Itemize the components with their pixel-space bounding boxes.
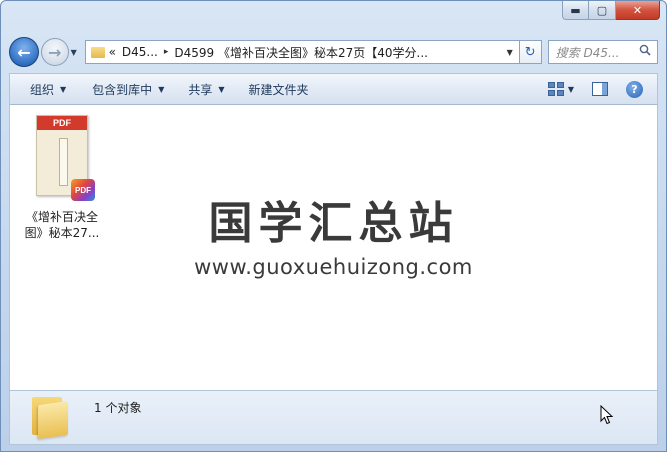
breadcrumb-item-current-folder[interactable]: D4599 《增补百决全图》秘本27页【40学分... [174, 44, 428, 61]
file-item-pdf[interactable]: PDF PDF 《增补百决全图》秘本27... [22, 113, 102, 241]
file-name-label: 《增补百决全图》秘本27... [24, 210, 100, 240]
folder-icon [30, 395, 70, 440]
watermark: 国学汇总站 www.guoxuehuizong.com [10, 187, 657, 279]
watermark-title: 国学汇总站 [208, 198, 459, 249]
help-icon[interactable]: ? [626, 80, 643, 98]
search-placeholder: 搜索 D45... [555, 45, 620, 60]
pdf-reader-icon: PDF [71, 179, 95, 201]
forward-button[interactable]: → [40, 38, 69, 66]
include-in-library-button[interactable]: 包含到库中 ▼ [82, 76, 174, 102]
share-label: 共享 [188, 82, 213, 97]
breadcrumb-overflow-chevron[interactable]: « [109, 45, 116, 59]
item-count-label: 1 个对象 [94, 401, 142, 415]
file-list-area[interactable]: PDF PDF 《增补百决全图》秘本27... 国学汇总站 www.guoxue… [9, 105, 658, 390]
search-icon[interactable] [639, 44, 657, 60]
command-bar: 组织 ▼ 包含到库中 ▼ 共享 ▼ 新建文件夹 ▼ ? [9, 73, 658, 105]
recent-pages-dropdown[interactable]: ▼ [71, 48, 81, 57]
back-arrow-icon: ← [17, 42, 31, 62]
organize-menu-button[interactable]: 组织 ▼ [20, 76, 76, 102]
watermark-url: www.guoxuehuizong.com [194, 255, 473, 279]
organize-label: 组织 [30, 82, 55, 97]
pdf-file-thumbnail: PDF PDF [36, 115, 95, 201]
address-bar[interactable]: « D45... ▸ D4599 《增补百决全图》秘本27页【40学分... ▼ [84, 40, 520, 64]
view-options-dropdown[interactable]: ▼ [568, 85, 574, 94]
include-in-library-label: 包含到库中 [92, 82, 153, 97]
close-button[interactable]: ✕ [616, 1, 660, 20]
mouse-pointer-icon [600, 405, 614, 425]
change-view-icon[interactable] [547, 82, 564, 96]
command-bar-right-group: ▼ ? [544, 76, 657, 102]
book-title-strip [59, 138, 68, 186]
forward-arrow-icon: → [48, 42, 62, 62]
new-folder-button[interactable]: 新建文件夹 [239, 76, 319, 102]
chevron-down-icon: ▼ [158, 84, 165, 94]
breadcrumb-separator-icon[interactable]: ▸ [164, 47, 169, 57]
breadcrumb-item-d45[interactable]: D45... [122, 45, 158, 59]
caption-buttons: ▬ ▢ ✕ [562, 1, 660, 21]
navigation-row: ← → ▼ « D45... ▸ D4599 《增补百决全图》秘本27页【40学… [9, 37, 658, 67]
search-input[interactable]: 搜索 D45... [547, 40, 658, 64]
preview-pane-icon[interactable] [592, 82, 608, 96]
explorer-window: ▬ ▢ ✕ ← → ▼ « D45... ▸ D4599 《增补百决全图》秘本2… [0, 0, 667, 452]
chevron-down-icon: ▼ [218, 84, 225, 94]
details-pane: 1 个对象 [9, 390, 658, 445]
folder-icon [90, 46, 105, 58]
maximize-button[interactable]: ▢ [589, 1, 616, 20]
chevron-down-icon: ▼ [60, 84, 67, 94]
back-button[interactable]: ← [9, 37, 39, 67]
share-button[interactable]: 共享 ▼ [178, 76, 234, 102]
new-folder-label: 新建文件夹 [248, 82, 309, 97]
pdf-thumb-banner: PDF [37, 116, 87, 130]
minimize-button[interactable]: ▬ [562, 1, 589, 20]
refresh-button[interactable]: ↻ [519, 40, 542, 64]
refresh-icon: ↻ [524, 44, 536, 60]
address-dropdown-button[interactable]: ▼ [507, 48, 513, 57]
